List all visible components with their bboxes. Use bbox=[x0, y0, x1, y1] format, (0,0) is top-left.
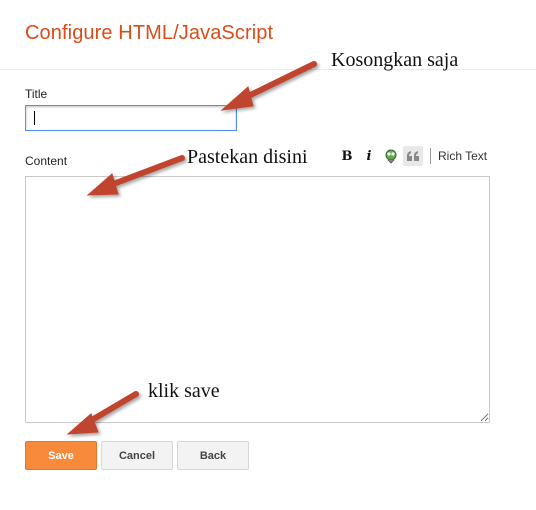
content-textarea[interactable] bbox=[25, 176, 490, 423]
content-label: Content bbox=[25, 154, 68, 168]
text-caret bbox=[34, 111, 35, 125]
link-icon[interactable] bbox=[381, 146, 401, 166]
toolbar-separator bbox=[430, 148, 431, 164]
editor-toolbar: B i Rich Text bbox=[337, 145, 487, 167]
title-input[interactable] bbox=[25, 105, 237, 131]
annotation-content-note: Pastekan disini bbox=[187, 146, 308, 168]
cancel-button[interactable]: Cancel bbox=[101, 441, 173, 470]
annotation-title-note: Kosongkan saja bbox=[331, 49, 459, 71]
annotation-save-note: klik save bbox=[148, 380, 220, 402]
save-button[interactable]: Save bbox=[25, 441, 97, 470]
bold-icon[interactable]: B bbox=[337, 146, 357, 166]
title-label: Title bbox=[25, 87, 48, 101]
back-button[interactable]: Back bbox=[177, 441, 249, 470]
page-title: Configure HTML/JavaScript bbox=[25, 22, 274, 44]
quote-icon[interactable] bbox=[403, 146, 423, 166]
rich-text-link[interactable]: Rich Text bbox=[438, 149, 487, 163]
arrow-to-title bbox=[220, 61, 317, 111]
italic-icon[interactable]: i bbox=[359, 146, 379, 166]
